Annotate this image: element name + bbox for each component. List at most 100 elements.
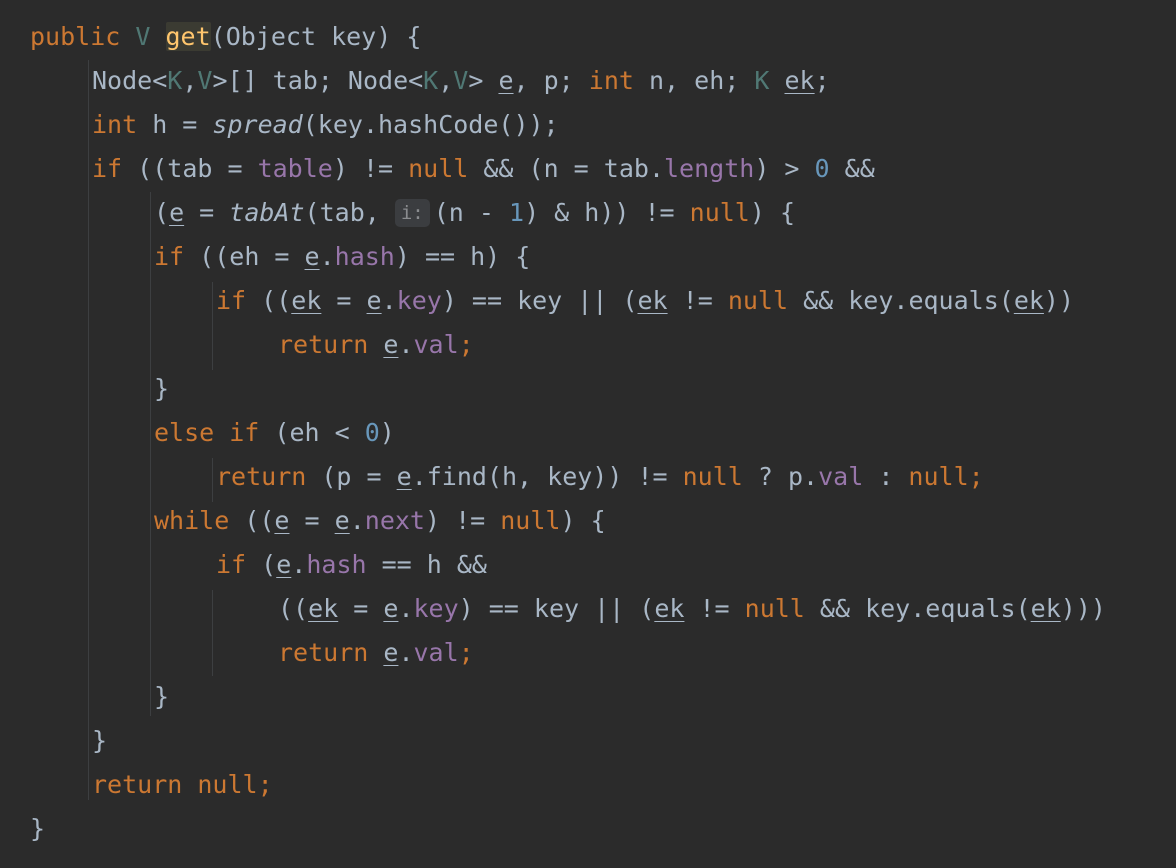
code-token: . xyxy=(291,550,307,579)
code-token: V xyxy=(135,22,151,51)
code-token: n, eh; xyxy=(633,66,755,95)
code-token: ) != xyxy=(332,154,409,183)
code-token: else if xyxy=(154,418,260,447)
code-token: int xyxy=(588,66,634,95)
code-token: null xyxy=(744,594,805,623)
code-token: ek xyxy=(291,286,322,315)
code-line[interactable]: else if (eh < 0) xyxy=(154,411,395,455)
code-token: e xyxy=(304,242,320,271)
code-token: if xyxy=(92,154,123,183)
code-token: tabAt xyxy=(229,198,305,227)
code-token: if xyxy=(216,286,247,315)
code-token: null xyxy=(908,462,969,491)
code-token: null xyxy=(682,462,743,491)
code-token: (( xyxy=(229,506,275,535)
code-token: val xyxy=(413,638,459,667)
code-token: 0 xyxy=(814,154,830,183)
code-token: h = xyxy=(137,110,213,139)
code-token: e xyxy=(274,506,290,535)
code-token: . xyxy=(398,638,414,667)
indent-guide xyxy=(212,458,213,502)
code-token: ; xyxy=(257,770,273,799)
code-token: (( xyxy=(246,286,292,315)
code-token: table xyxy=(257,154,333,183)
code-token: ek xyxy=(637,286,668,315)
indent-guide xyxy=(88,60,89,800)
code-token: return xyxy=(216,462,307,491)
code-token: length xyxy=(664,154,755,183)
code-token: e xyxy=(366,286,382,315)
code-line[interactable]: return (p = e.find(h, key)) != null ? p.… xyxy=(216,455,984,499)
code-token: null xyxy=(408,154,469,183)
code-token: hash xyxy=(334,242,395,271)
code-line[interactable]: return e.val; xyxy=(278,323,474,367)
code-token: ? p. xyxy=(742,462,819,491)
code-token: > xyxy=(468,66,499,95)
code-token: , p; xyxy=(513,66,589,95)
code-token: ) == key || ( xyxy=(458,594,655,623)
code-line[interactable]: return e.val; xyxy=(278,631,474,675)
code-line[interactable]: if ((eh = e.hash) == h) { xyxy=(154,235,530,279)
code-token: V xyxy=(197,66,213,95)
code-line[interactable]: (e = tabAt(tab, i: (n - 1) & h)) != null)… xyxy=(154,191,795,235)
code-line[interactable]: } xyxy=(30,807,45,851)
code-token: = xyxy=(321,286,367,315)
code-token: e xyxy=(334,506,350,535)
code-line[interactable]: } xyxy=(92,719,107,763)
code-token: ( xyxy=(246,550,277,579)
code-token: ek xyxy=(784,66,815,95)
code-token: key xyxy=(396,286,442,315)
code-token: , xyxy=(182,66,198,95)
code-line[interactable]: while ((e = e.next) != null) { xyxy=(154,499,606,543)
code-token: ) == h) { xyxy=(394,242,531,271)
code-token: = xyxy=(338,594,384,623)
code-line[interactable]: } xyxy=(154,675,169,719)
code-line[interactable]: Node<K,V>[] tab; Node<K,V> e, p; int n, … xyxy=(92,59,830,103)
code-token: ( xyxy=(154,198,170,227)
code-token: ) == key || ( xyxy=(441,286,638,315)
inlay-hint: i: xyxy=(394,199,430,227)
code-token: return xyxy=(278,638,369,667)
code-token: } xyxy=(154,682,170,711)
code-token: && key.equals( xyxy=(804,594,1031,623)
code-token: && (n = tab. xyxy=(468,154,664,183)
code-token: return xyxy=(92,770,183,799)
code-token: val xyxy=(818,462,864,491)
code-token: } xyxy=(92,726,108,755)
code-line[interactable]: if ((tab = table) != null && (n = tab.le… xyxy=(92,147,875,191)
code-line[interactable]: return null; xyxy=(92,763,273,807)
code-line[interactable]: if ((ek = e.key) == key || (ek != null &… xyxy=(216,279,1074,323)
code-token: == h && xyxy=(366,550,487,579)
code-token: Node< xyxy=(92,66,168,95)
code-token: spread xyxy=(212,110,303,139)
code-token: != xyxy=(684,594,745,623)
code-token: null xyxy=(689,198,750,227)
code-token: null xyxy=(727,286,789,315)
code-token: key xyxy=(413,594,459,623)
code-token: != xyxy=(667,286,728,315)
code-token: null xyxy=(500,506,561,535)
code-token: } xyxy=(30,814,46,843)
code-editor[interactable]: public V get(Object key) {Node<K,V>[] ta… xyxy=(0,0,1176,868)
code-line[interactable]: if (e.hash == h && xyxy=(216,543,487,587)
code-token: e xyxy=(383,330,399,359)
code-line[interactable]: } xyxy=(154,367,169,411)
code-token: (tab, xyxy=(304,198,395,227)
code-token: ))) xyxy=(1060,594,1106,623)
code-token: ; xyxy=(458,638,474,667)
code-token: . xyxy=(349,506,365,535)
code-line[interactable]: int h = spread(key.hashCode()); xyxy=(92,103,559,147)
code-line[interactable]: ((ek = e.key) == key || (ek != null && k… xyxy=(278,587,1106,631)
code-token: ) & h)) != xyxy=(524,198,690,227)
code-token: K xyxy=(423,66,439,95)
indent-guide xyxy=(150,192,151,716)
code-token: e xyxy=(169,198,185,227)
code-line[interactable]: public V get(Object key) { xyxy=(30,15,421,59)
code-token: ek xyxy=(654,594,685,623)
code-token: . xyxy=(398,594,414,623)
